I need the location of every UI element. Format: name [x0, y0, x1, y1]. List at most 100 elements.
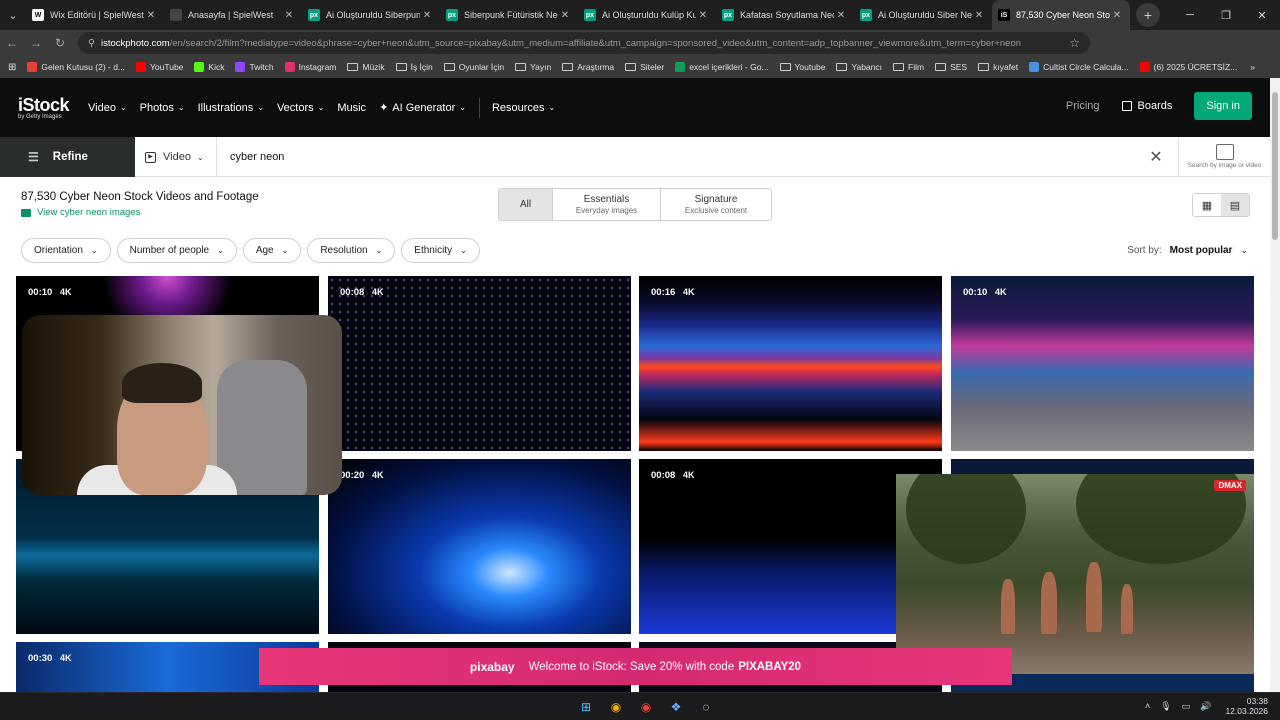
app-icon[interactable]: ❖: [661, 697, 691, 717]
browser-tab[interactable]: px Kafatası Soyutlama Neon ✕: [716, 0, 854, 30]
system-clock[interactable]: 03:38 12.03.2026: [1225, 696, 1268, 716]
sort-control[interactable]: Sort by: Most popular ⌄: [1127, 245, 1248, 256]
istock-logo[interactable]: iStock by Getty Images: [18, 95, 76, 120]
scrollbar-thumb[interactable]: [1272, 92, 1278, 240]
page-scrollbar[interactable]: [1270, 78, 1280, 692]
tab-close-icon[interactable]: ✕: [834, 10, 848, 21]
apps-grid-icon[interactable]: ⊞: [8, 62, 16, 73]
promo-banner[interactable]: pixabay Welcome to iStock: Save 20% with…: [259, 648, 1012, 685]
search-by-image-button[interactable]: Search by image or video: [1178, 137, 1270, 176]
refine-button[interactable]: ☰ Refine: [0, 137, 135, 177]
tray-chevron-icon[interactable]: ˄: [1145, 701, 1150, 711]
video-thumbnail[interactable]: 00:10 4K: [951, 276, 1254, 451]
filter-resolution[interactable]: Resolution ⌄: [307, 238, 396, 263]
clear-search-icon[interactable]: ✕: [1134, 137, 1178, 176]
bookmark-label: YouTube: [150, 62, 184, 72]
minimize-icon[interactable]: ─: [1172, 9, 1208, 21]
grid-view-icon[interactable]: ▦: [1193, 194, 1221, 216]
browser-tab[interactable]: Anasayfa | SpielWest ✕: [164, 0, 302, 30]
segment-essentials[interactable]: Essentials Everyday images: [553, 189, 661, 220]
bookmark-item[interactable]: YouTube: [136, 62, 183, 72]
mosaic-view-icon[interactable]: ▤: [1221, 194, 1249, 216]
browser-tab[interactable]: W Wix Editörü | SpielWest ✕: [26, 0, 164, 30]
video-thumbnail[interactable]: 00:20 4K: [328, 459, 631, 634]
bookmark-item[interactable]: Kick: [194, 62, 224, 72]
bookmark-item[interactable]: Cultist Circle Calcula...: [1029, 62, 1129, 72]
tab-close-icon[interactable]: ✕: [420, 10, 434, 21]
bookmark-item[interactable]: İş İçin: [395, 62, 433, 72]
chrome-icon[interactable]: ◉: [601, 697, 631, 717]
browser-tab[interactable]: px Siberpunk Fütüristik Neon ✕: [440, 0, 578, 30]
boards-link[interactable]: Boards: [1121, 100, 1172, 112]
nav-item-illustrations[interactable]: Illustrations ⌄: [198, 98, 264, 118]
bookmark-item[interactable]: Araştırma: [562, 62, 614, 72]
bookmark-item[interactable]: Müzik: [347, 62, 385, 72]
close-window-icon[interactable]: ✕: [1244, 9, 1280, 22]
tab-favicon-icon: px: [860, 9, 872, 21]
nav-item-vectors[interactable]: Vectors ⌄: [277, 98, 324, 118]
reload-icon[interactable]: ↻: [48, 36, 72, 50]
tab-close-icon[interactable]: ✕: [1110, 10, 1124, 21]
address-bar[interactable]: ⚲ istockphoto.com/en/search/2/film?media…: [78, 32, 1090, 54]
bookmark-star-icon[interactable]: ☆: [1069, 36, 1080, 50]
picture-in-picture-video[interactable]: DMAX: [896, 474, 1254, 674]
bookmark-item[interactable]: Yabancı: [836, 62, 882, 72]
restore-icon[interactable]: ❐: [1208, 9, 1244, 22]
bookmark-item[interactable]: Youtube: [779, 62, 825, 72]
bookmark-item[interactable]: Gelen Kutusu (2) - d...: [27, 62, 125, 72]
bookmark-item[interactable]: Instagram: [284, 62, 336, 72]
segment-all[interactable]: All: [499, 189, 553, 220]
forward-icon[interactable]: →: [24, 36, 48, 50]
obs-icon[interactable]: ◌: [691, 697, 721, 717]
nav-item-resources[interactable]: Resources ⌄: [492, 98, 555, 118]
tab-search-icon[interactable]: ⌄: [0, 9, 26, 22]
filter-orientation[interactable]: Orientation ⌄: [21, 238, 111, 263]
nav-item-ai-generator[interactable]: ✦ AI Generator ⌄: [379, 98, 466, 118]
browser-tab[interactable]: px Ai Oluşturuldu Siber Neo ✕: [854, 0, 992, 30]
pricing-link[interactable]: Pricing: [1066, 100, 1100, 112]
tab-close-icon[interactable]: ✕: [282, 10, 296, 21]
nav-item-music[interactable]: Music: [337, 98, 366, 118]
view-images-link[interactable]: View cyber neon images: [21, 207, 140, 218]
video-thumbnail[interactable]: 00:08 4K: [328, 276, 631, 451]
site-info-icon[interactable]: ⚲: [88, 38, 95, 49]
media-type-select[interactable]: ▶ Video ⌄: [135, 137, 217, 177]
bookmark-item[interactable]: Oyunlar İçin: [443, 62, 504, 72]
tab-close-icon[interactable]: ✕: [144, 10, 158, 21]
bookmark-item[interactable]: SES: [935, 62, 967, 72]
more-bookmarks-icon[interactable]: »: [1250, 62, 1255, 72]
back-icon[interactable]: ←: [0, 36, 24, 50]
folder-icon: [893, 63, 904, 71]
segment-signature[interactable]: Signature Exclusive content: [661, 189, 771, 220]
video-thumbnail[interactable]: 00:16 4K: [639, 276, 942, 451]
bookmark-item[interactable]: Siteler: [625, 62, 664, 72]
tab-close-icon[interactable]: ✕: [972, 10, 986, 21]
browser-tab[interactable]: px Ai Oluşturuldu Siberpunk ✕: [302, 0, 440, 30]
twitch-icon: [235, 62, 246, 72]
nav-item-photos[interactable]: Photos ⌄: [140, 98, 185, 118]
filter-number-of-people[interactable]: Number of people ⌄: [116, 238, 237, 263]
url-host: istockphoto.com: [100, 37, 170, 49]
tab-close-icon[interactable]: ✕: [696, 10, 710, 21]
bookmark-item[interactable]: Film: [893, 62, 924, 72]
bookmark-item[interactable]: (6) 2025 ÜCRETSİZ...: [1139, 62, 1237, 72]
bookmark-item[interactable]: Twitch: [235, 62, 274, 72]
browser-tab[interactable]: iS 87,530 Cyber Neon Stock ✕: [992, 0, 1130, 30]
windows-start-icon[interactable]: ⊞: [571, 697, 601, 717]
filter-age[interactable]: Age ⌄: [242, 238, 302, 263]
network-icon[interactable]: ▭: [1182, 701, 1191, 712]
browser-tab[interactable]: px Ai Oluşturuldu Kulüp Kult ✕: [578, 0, 716, 30]
bookmark-item[interactable]: kıyafet: [978, 62, 1018, 72]
filter-ethnicity[interactable]: Ethnicity ⌄: [401, 238, 480, 263]
search-input[interactable]: cyber neon: [217, 137, 1134, 176]
chrome-active-icon[interactable]: ◉: [631, 697, 661, 717]
volume-icon[interactable]: 🔊: [1200, 701, 1211, 712]
channel-badge: DMAX: [1214, 480, 1246, 491]
tab-close-icon[interactable]: ✕: [558, 10, 572, 21]
bookmark-item[interactable]: Yayın: [515, 62, 551, 72]
new-tab-button[interactable]: +: [1136, 3, 1160, 27]
microphone-icon[interactable]: 🎙: [1160, 701, 1171, 712]
bookmark-item[interactable]: excel içerikleri - Go...: [675, 62, 769, 72]
sign-in-button[interactable]: Sign in: [1194, 92, 1252, 120]
nav-item-video[interactable]: Video ⌄: [88, 98, 127, 118]
